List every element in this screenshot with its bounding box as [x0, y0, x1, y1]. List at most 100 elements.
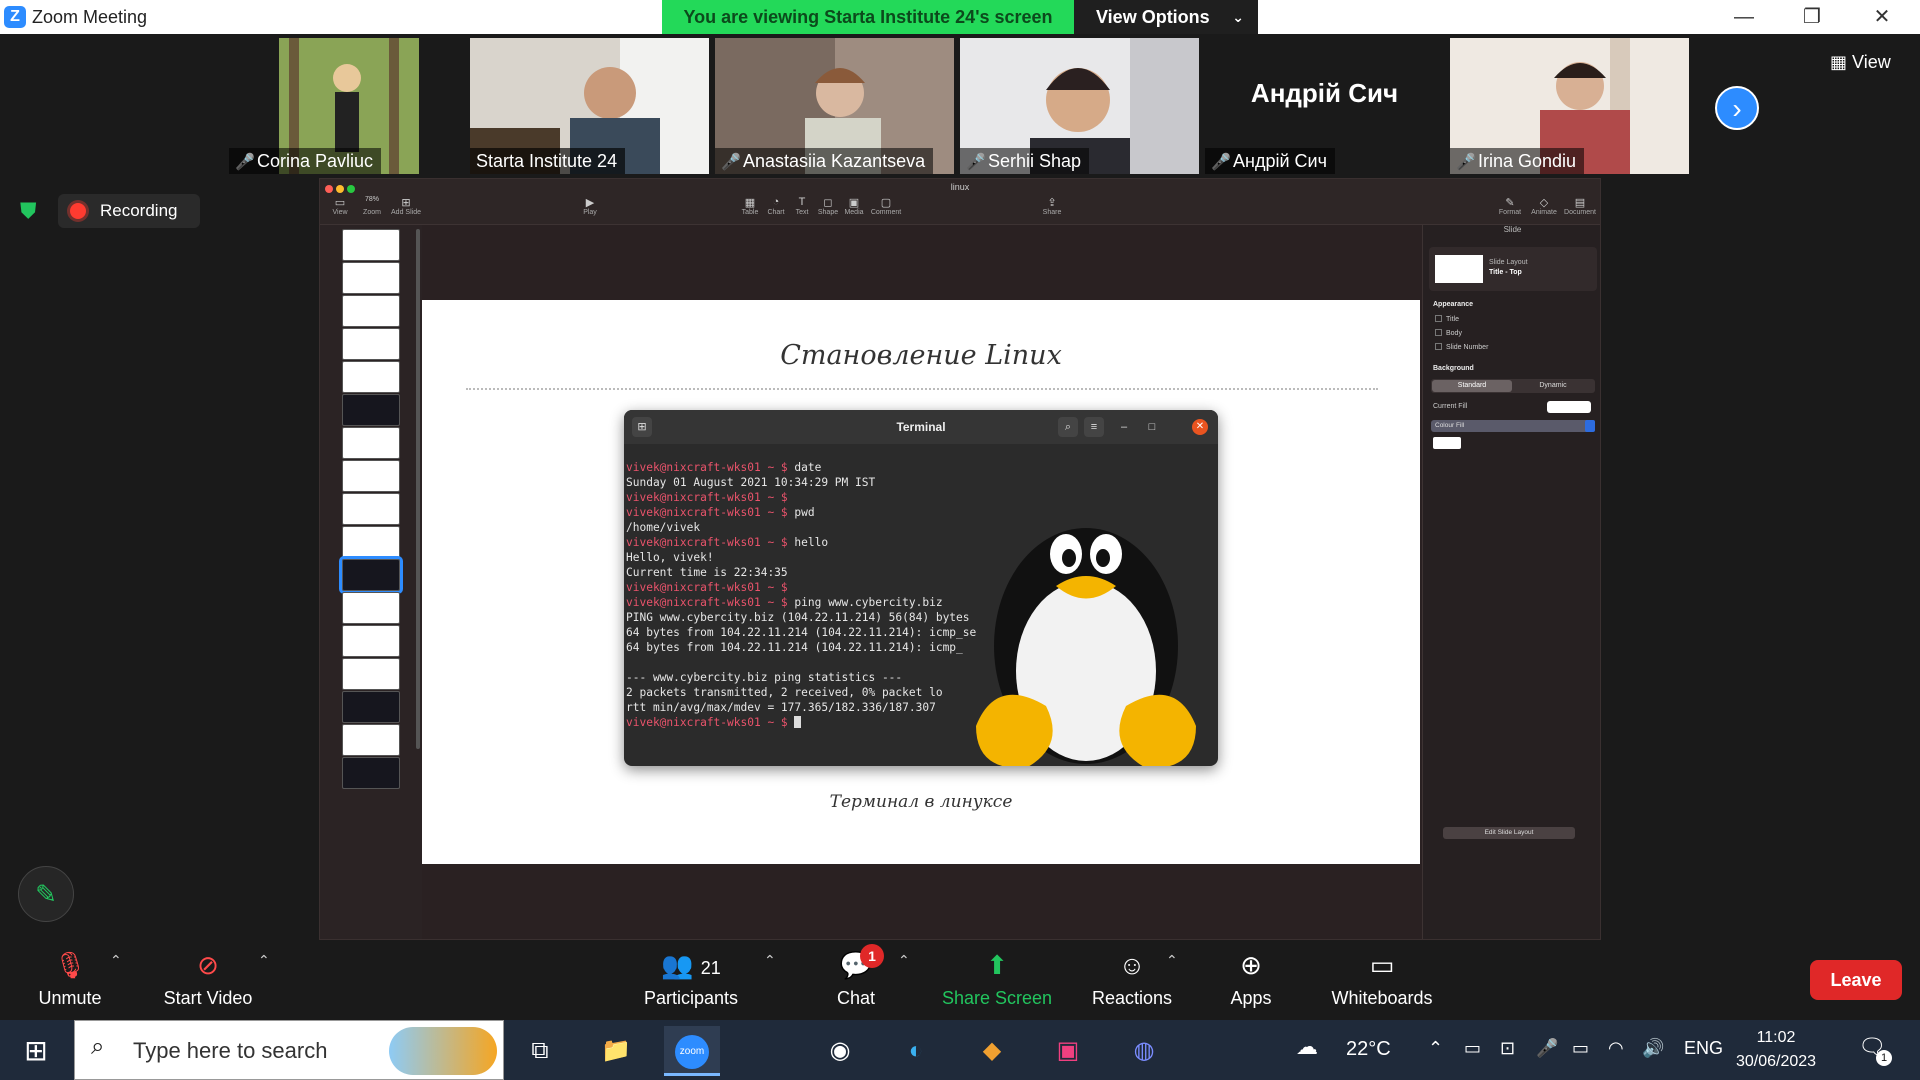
slide-thumbnail[interactable]: 4	[342, 328, 400, 360]
muted-mic-icon: 🎤	[1211, 154, 1231, 171]
body-checkbox[interactable]: Body	[1435, 329, 1462, 337]
current-slide[interactable]: Становление Linux ⊞ Terminal ⌕ ≡ – □ ✕ v…	[422, 300, 1420, 864]
slide-thumbnail[interactable]: 2	[342, 262, 400, 294]
participant-tile[interactable]: 🎤 Anastasiia Kazantseva	[715, 38, 954, 174]
chat-chevron-icon[interactable]: ⌃	[898, 952, 910, 969]
audio-options-chevron-icon[interactable]: ⌃	[110, 952, 122, 969]
toolbar-add-slide[interactable]: ⊞ Add Slide	[386, 196, 426, 216]
window-title-bar: Z Zoom Meeting You are viewing Starta In…	[0, 0, 1920, 34]
slide-thumbnail[interactable]: 10	[342, 526, 400, 558]
slide-thumbnail[interactable]: 1	[342, 229, 400, 261]
current-fill-swatch[interactable]	[1547, 401, 1591, 413]
toolbar-play[interactable]: ▶ Play	[570, 196, 610, 216]
color-well[interactable]	[1433, 437, 1461, 449]
meet-now-icon[interactable]: ▭	[1464, 1038, 1481, 1059]
background-segmented-control[interactable]: Standard Dynamic	[1431, 379, 1595, 393]
weather-temperature[interactable]: 22°C	[1346, 1038, 1391, 1061]
weather-cloud-icon[interactable]: ☁	[1296, 1034, 1318, 1060]
tux-penguin-logo	[976, 528, 1196, 766]
participants-count: 21	[700, 958, 721, 978]
select-arrow-icon	[1585, 420, 1595, 432]
participant-tile-active[interactable]: Starta Institute 24	[470, 38, 709, 174]
microphone-icon[interactable]: 🎤	[1536, 1038, 1558, 1059]
checkbox-icon	[1435, 315, 1442, 322]
slide-thumbnail[interactable]: 15	[342, 691, 400, 723]
tray-overflow-chevron-icon[interactable]: ⌃	[1428, 1038, 1443, 1059]
slide-thumbnail[interactable]: 3	[342, 295, 400, 327]
unmute-button[interactable]: 🎙 Unmute	[20, 940, 120, 1020]
slide-thumbnail[interactable]: 13	[342, 625, 400, 657]
recording-dot-icon	[70, 203, 86, 219]
participant-name-text: Anastasiia Kazantseva	[743, 151, 926, 171]
zoom-taskbar-icon[interactable]: zoom	[664, 1026, 720, 1076]
leave-button[interactable]: Leave	[1810, 960, 1902, 1000]
slide-thumbnail[interactable]: 8	[342, 460, 400, 492]
slide-thumbnail[interactable]: 12	[342, 592, 400, 624]
navigator-scrollbar[interactable]	[416, 229, 420, 749]
windows-start-icon[interactable]: ⊞	[14, 1034, 58, 1068]
toolbar-animate[interactable]: ◇ Animate	[1524, 196, 1564, 216]
slide-thumbnail[interactable]: 7	[342, 427, 400, 459]
file-explorer-icon[interactable]: 📁	[588, 1026, 644, 1076]
participant-tile[interactable]: Андрій Сич 🎤 Андрій Сич	[1205, 38, 1444, 174]
participant-tile[interactable]: 🎤 Serhii Shap	[960, 38, 1199, 174]
slide-thumbnail[interactable]: 5	[342, 361, 400, 393]
reactions-chevron-icon[interactable]: ⌃	[1166, 952, 1178, 969]
task-view-icon[interactable]: ⧉	[512, 1026, 568, 1076]
slide-thumbnail[interactable]: 16	[342, 724, 400, 756]
screen-icon[interactable]: ⊡	[1500, 1038, 1515, 1059]
recording-indicator[interactable]: Recording	[58, 194, 200, 228]
annotate-pencil-icon[interactable]: ✎	[18, 866, 74, 922]
next-page-button[interactable]: ›	[1715, 86, 1759, 130]
participant-tile[interactable]: 🎤 Irina Gondiu	[1450, 38, 1689, 174]
tool-label: Comment	[870, 209, 902, 216]
chrome-icon[interactable]: ◉	[812, 1026, 868, 1076]
document-icon: ▤	[1574, 197, 1586, 209]
participant-name: 🎤 Serhii Shap	[960, 148, 1090, 174]
toolbar-comment[interactable]: ▢ Comment	[866, 196, 906, 216]
view-options-button[interactable]: View Options ⌄	[1074, 0, 1258, 34]
taskbar-search[interactable]: ⌕ Type here to search	[74, 1020, 504, 1080]
slide-number-checkbox[interactable]: Slide Number	[1435, 343, 1488, 351]
fill-type-select[interactable]: Colour Fill	[1431, 420, 1595, 432]
restore-icon[interactable]: ❐	[1792, 4, 1832, 30]
view-options-label: View Options	[1096, 7, 1210, 27]
discord-icon[interactable]: ◍	[1116, 1026, 1172, 1076]
close-icon[interactable]: ✕	[1862, 4, 1902, 30]
windows-taskbar: ⊞ ⌕ Type here to search ⧉ 📁 zoom ◉ ◐ ◆ ▣…	[0, 1020, 1920, 1080]
language-indicator[interactable]: ENG	[1684, 1038, 1723, 1059]
app-diamond-icon[interactable]: ◆	[964, 1026, 1020, 1076]
whiteboards-button[interactable]: ▭ Whiteboards	[1324, 940, 1440, 1020]
security-shield-icon[interactable]: ⛊	[20, 198, 42, 223]
system-clock[interactable]: 11:02 30/06/2023	[1726, 1026, 1826, 1074]
toolbar-share[interactable]: ⇪ Share	[1032, 196, 1072, 216]
wifi-icon[interactable]: ◠	[1608, 1038, 1624, 1059]
participants-chevron-icon[interactable]: ⌃	[764, 952, 776, 969]
slide-layout-picker[interactable]: Slide Layout Title - Top	[1429, 247, 1597, 291]
layout-value: Title - Top	[1489, 269, 1522, 276]
slide-thumbnail[interactable]: 14	[342, 658, 400, 690]
slide-thumbnail[interactable]: 17	[342, 757, 400, 789]
intellij-icon[interactable]: ▣	[1040, 1026, 1096, 1076]
edge-icon[interactable]: ◐	[888, 1026, 944, 1076]
apps-button[interactable]: ⊕ Apps	[1220, 940, 1282, 1020]
view-button[interactable]: ▦ View	[1830, 52, 1891, 73]
toolbar-document[interactable]: ▤ Document	[1560, 196, 1600, 216]
share-screen-button[interactable]: ⬆ Share Screen	[940, 940, 1054, 1020]
volume-icon[interactable]: 🔊	[1642, 1038, 1664, 1059]
participant-tile[interactable]: 🎤 Corina Pavliuc	[229, 38, 468, 174]
slide-thumbnail[interactable]: 6	[342, 394, 400, 426]
title-checkbox[interactable]: Title	[1435, 315, 1459, 323]
slide-thumbnail[interactable]: 9	[342, 493, 400, 525]
battery-icon[interactable]: ▭	[1572, 1038, 1589, 1059]
participant-name: 🎤 Irina Gondiu	[1450, 148, 1585, 174]
segment-standard[interactable]: Standard	[1432, 380, 1512, 392]
edit-slide-layout-button[interactable]: Edit Slide Layout	[1443, 827, 1575, 839]
reactions-button[interactable]: ☺ Reactions	[1086, 940, 1178, 1020]
participants-button[interactable]: 👥 21 Participants	[636, 940, 746, 1020]
minimize-icon[interactable]: —	[1724, 4, 1764, 30]
video-options-chevron-icon[interactable]: ⌃	[258, 952, 270, 969]
segment-dynamic[interactable]: Dynamic	[1513, 380, 1593, 392]
slide-thumbnail-selected[interactable]: 11	[339, 556, 403, 594]
start-video-button[interactable]: ⊘ Start Video	[150, 940, 266, 1020]
